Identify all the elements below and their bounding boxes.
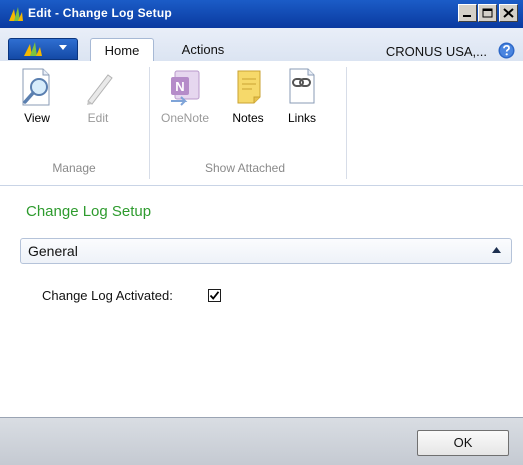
title-bar: Edit - Change Log Setup [0, 0, 523, 28]
tab-actions[interactable]: Actions [168, 38, 238, 62]
group-label-manage: Manage [52, 161, 96, 175]
group-divider [149, 67, 150, 179]
view-button-label: View [24, 111, 50, 125]
tab-home[interactable]: Home [90, 38, 154, 62]
links-icon [289, 68, 315, 104]
fasttab-general[interactable]: General [20, 238, 512, 264]
svg-text:N: N [175, 79, 184, 94]
links-button[interactable]: Links [280, 61, 324, 131]
change-log-activated-checkbox[interactable] [208, 289, 221, 302]
view-icon [22, 68, 50, 106]
view-button[interactable]: View [14, 61, 60, 131]
onenote-button[interactable]: N OneNote [158, 61, 212, 131]
close-icon [503, 8, 514, 18]
edit-button-label: Edit [87, 111, 109, 125]
close-button[interactable] [499, 4, 518, 22]
help-icon[interactable] [498, 42, 515, 59]
links-button-label: Links [287, 111, 316, 125]
minimize-button[interactable] [458, 4, 477, 22]
chevron-down-icon [59, 45, 67, 50]
maximize-icon [482, 8, 493, 18]
page-title: Change Log Setup [26, 203, 152, 220]
checkmark-icon [209, 291, 220, 300]
group-divider [346, 67, 347, 179]
chevron-up-icon[interactable] [492, 247, 501, 253]
group-label-show-attached: Show Attached [204, 161, 286, 175]
onenote-icon: N [171, 70, 200, 106]
app-menu-logo-icon [24, 42, 42, 56]
app-logo-icon [9, 7, 23, 21]
minimize-icon [463, 15, 471, 17]
ok-button[interactable]: OK [417, 430, 509, 456]
notes-button[interactable]: Notes [226, 61, 270, 131]
notes-icon [237, 70, 261, 104]
fasttab-general-label: General [28, 243, 78, 259]
ribbon-body: View Edit Manage N OneNote Notes Links S… [0, 61, 523, 186]
onenote-button-label: OneNote [160, 111, 210, 125]
window-title: Edit - Change Log Setup [28, 6, 172, 20]
notes-button-label: Notes [232, 111, 264, 125]
dialog-footer: OK [0, 417, 523, 465]
company-name[interactable]: CRONUS USA,... [386, 44, 487, 59]
edit-pencil-icon [87, 74, 113, 105]
maximize-button[interactable] [478, 4, 497, 22]
change-log-activated-label: Change Log Activated: [42, 288, 173, 303]
edit-button[interactable]: Edit [78, 61, 118, 131]
application-menu-button[interactable] [8, 38, 78, 60]
